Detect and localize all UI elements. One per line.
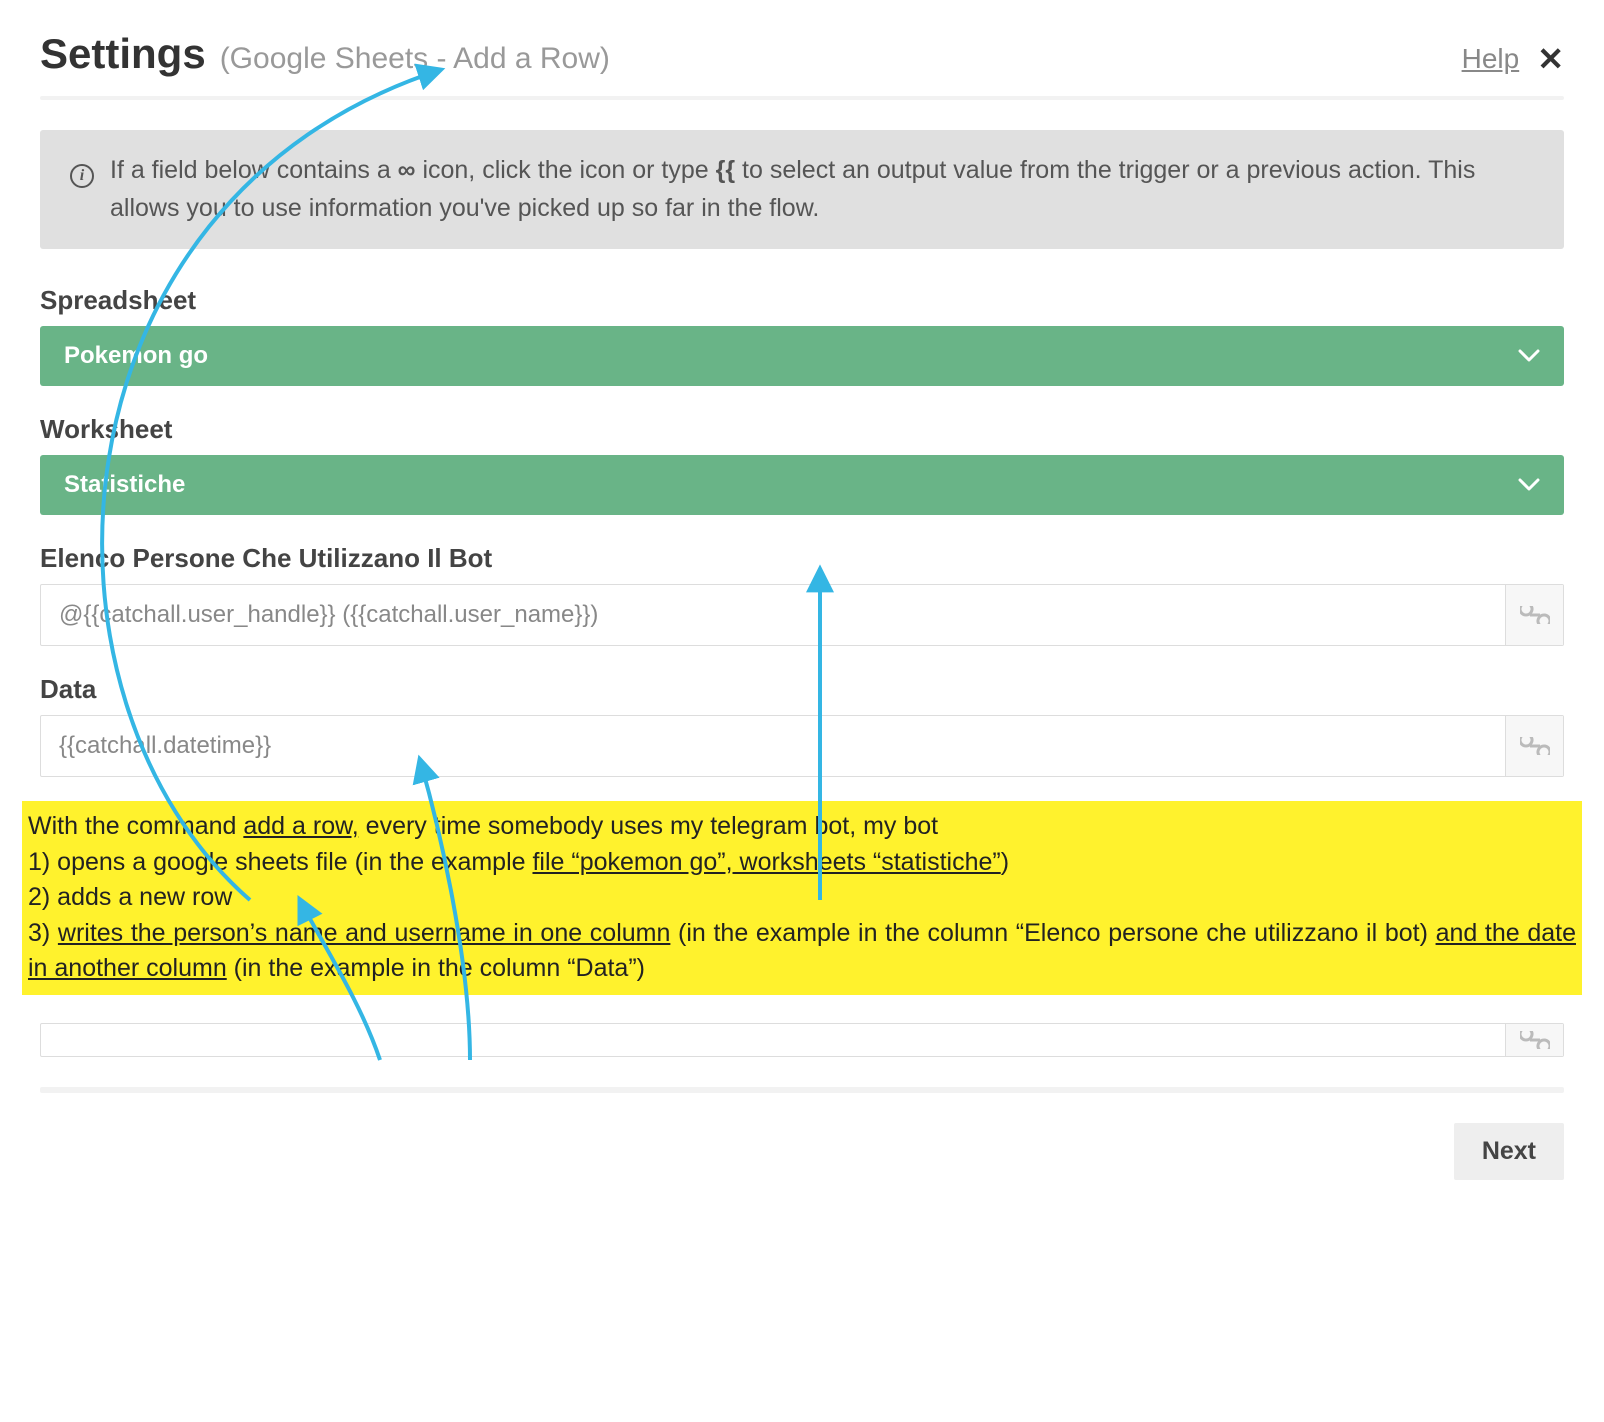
column2-input[interactable]: {{catchall.datetime}}	[41, 716, 1505, 776]
chevron-down-icon	[1518, 471, 1540, 499]
spreadsheet-label: Spreadsheet	[40, 285, 1564, 316]
chevron-down-icon	[1518, 342, 1540, 370]
column3-input[interactable]	[41, 1024, 1505, 1056]
spreadsheet-select[interactable]: Pokemon go	[40, 326, 1564, 386]
column2-label: Data	[40, 674, 1564, 705]
info-text: If a field below contains a ∞ icon, clic…	[110, 152, 1534, 227]
divider	[40, 1087, 1564, 1093]
worksheet-select[interactable]: Statistiche	[40, 455, 1564, 515]
insert-token-button[interactable]	[1505, 585, 1563, 645]
column1-input-row: @{{catchall.user_handle}} ({{catchall.us…	[40, 584, 1564, 646]
divider	[40, 96, 1564, 100]
spreadsheet-value: Pokemon go	[64, 342, 208, 370]
column1-input[interactable]: @{{catchall.user_handle}} ({{catchall.us…	[41, 585, 1505, 645]
column2-input-row: {{catchall.datetime}}	[40, 715, 1564, 777]
column3-input-row	[40, 1023, 1564, 1057]
info-banner: i If a field below contains a ∞ icon, cl…	[40, 130, 1564, 249]
annotation-box: With the command add a row, every time s…	[22, 801, 1582, 995]
help-link[interactable]: Help	[1462, 43, 1520, 75]
page-title: Settings	[40, 30, 206, 78]
header: Settings (Google Sheets - Add a Row) Hel…	[40, 30, 1564, 78]
close-icon[interactable]: ✕	[1537, 43, 1564, 75]
worksheet-label: Worksheet	[40, 414, 1564, 445]
insert-token-button[interactable]	[1505, 716, 1563, 776]
worksheet-value: Statistiche	[64, 471, 185, 499]
info-icon: i	[70, 164, 94, 188]
column1-label: Elenco Persone Che Utilizzano Il Bot	[40, 543, 1564, 574]
page-subtitle: (Google Sheets - Add a Row)	[220, 42, 610, 76]
next-button[interactable]: Next	[1454, 1123, 1564, 1180]
link-inline-icon: ∞	[398, 156, 416, 184]
insert-token-button[interactable]	[1505, 1024, 1563, 1056]
